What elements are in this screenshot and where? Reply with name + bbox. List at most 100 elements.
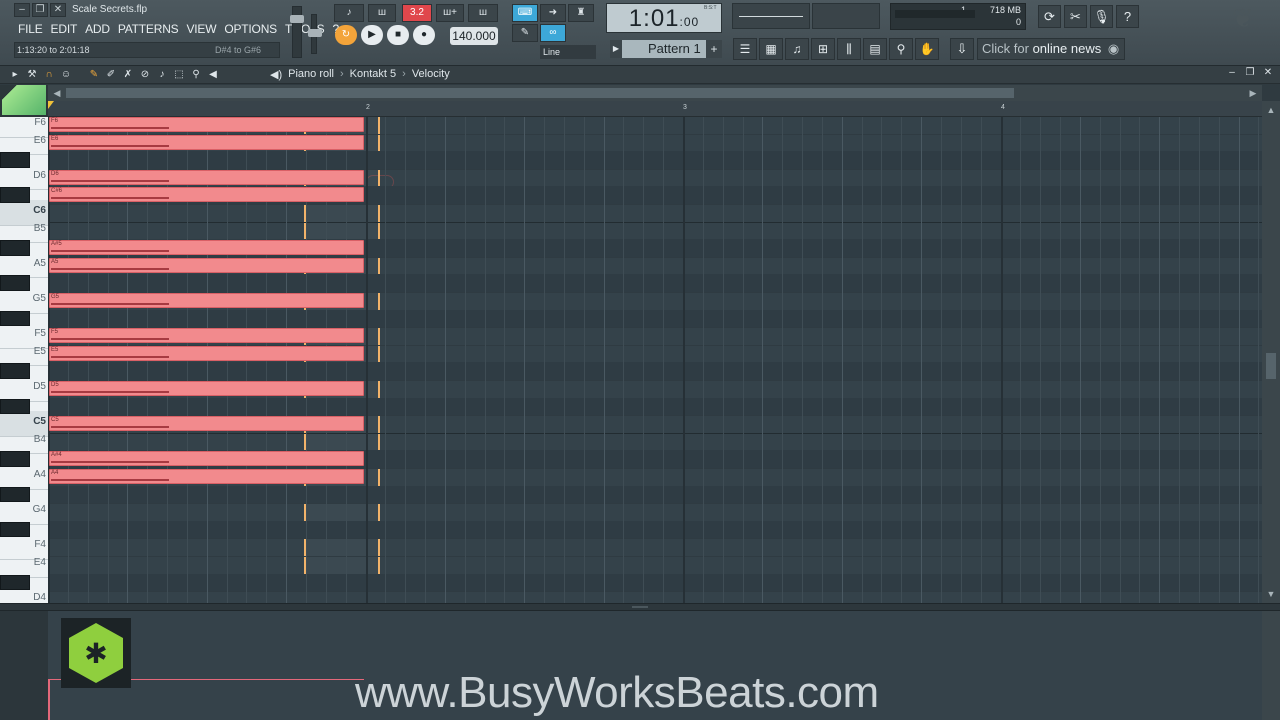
microphone-icon[interactable]: 🎙 — [1090, 5, 1113, 28]
note-a5[interactable]: A5 — [49, 257, 364, 273]
wait-icon[interactable]: ш — [368, 4, 396, 22]
metronome-icon[interactable]: ♪ — [334, 4, 364, 22]
menu-patterns[interactable]: PATTERNS — [114, 21, 183, 37]
scroll-right-arrow-icon[interactable]: ▶ — [1246, 86, 1260, 100]
cut-icon[interactable]: ✂ — [1064, 5, 1087, 28]
black-key-as4[interactable] — [0, 451, 30, 467]
menu-file[interactable]: FILE — [14, 21, 47, 37]
note-f5[interactable]: F5 — [49, 328, 364, 344]
delete-tool-icon[interactable]: ✗ — [121, 67, 135, 82]
pr-maximize-button[interactable]: ❐ — [1244, 67, 1256, 78]
vertical-scroll-thumb[interactable] — [1266, 353, 1276, 379]
playback-tool-icon[interactable]: ◀ — [206, 67, 220, 82]
vertical-scrollbar[interactable]: ▲ ▼ — [1262, 101, 1280, 603]
black-key-cs6[interactable] — [0, 187, 30, 203]
project-browser-icon[interactable]: ✋ — [915, 38, 939, 60]
black-key-ds5[interactable] — [0, 363, 30, 379]
zoom-tool-icon[interactable]: ⚲ — [189, 67, 203, 82]
breadcrumb-instrument[interactable]: Kontakt 5 — [350, 68, 396, 81]
pattern-song-toggle[interactable]: ↻ — [335, 25, 357, 45]
select-tool-icon[interactable]: ⬚ — [172, 67, 186, 82]
mixer-icon[interactable]: ⫼ — [837, 38, 861, 60]
black-key-gs5[interactable] — [0, 275, 30, 291]
help-icon[interactable]: ? — [1116, 5, 1139, 28]
pencil-icon[interactable]: ✎ — [512, 24, 538, 42]
scroll-left-arrow-icon[interactable]: ◀ — [50, 86, 64, 100]
pattern-selector[interactable]: Pattern 1 — [622, 40, 706, 58]
step-sequencer-icon[interactable]: ▦ — [759, 38, 783, 60]
snap-mode-select[interactable]: Line — [540, 45, 596, 59]
black-key-fs4[interactable] — [0, 521, 30, 538]
magnet-icon[interactable]: ∩ — [42, 67, 56, 82]
options-arrow-icon[interactable]: ▸ — [8, 67, 22, 82]
pane-divider[interactable] — [0, 603, 1280, 611]
note-grid[interactable]: ⇔ ✎ F6E6D6C#6A#5A5G5F5E5D5C5A#4A4 — [48, 117, 1262, 603]
refresh-icon[interactable]: ⟳ — [1038, 5, 1061, 28]
typing-keyboard-icon[interactable]: ⌨ — [512, 4, 538, 22]
time-ruler[interactable]: 2 3 4 — [48, 101, 1262, 117]
add-pattern-button[interactable]: + — [706, 40, 722, 58]
mute-tool-icon[interactable]: ⊘ — [138, 67, 152, 82]
note-e5[interactable]: E5 — [49, 345, 364, 361]
arrow-right-icon[interactable]: ➜ — [540, 4, 566, 22]
link-icon[interactable]: ∞ — [540, 24, 566, 42]
menu-options[interactable]: OPTIONS — [220, 21, 281, 37]
note-f6[interactable]: F6 — [49, 117, 364, 132]
record-button[interactable]: ● — [413, 25, 435, 45]
paint-brush-icon[interactable]: ✐ — [104, 67, 118, 82]
note-a4[interactable]: A4 — [49, 469, 364, 484]
tempo-display[interactable]: 140.000 — [450, 27, 498, 45]
horizontal-scroll-thumb[interactable] — [66, 88, 1014, 98]
note-d6[interactable]: D6 — [49, 169, 364, 185]
stop-button[interactable]: ■ — [387, 25, 409, 45]
step-edit-icon[interactable]: ш+ — [436, 4, 464, 22]
online-news-panel[interactable]: Click for online news ◉ — [977, 38, 1125, 60]
play-button[interactable]: ▶ — [361, 25, 383, 45]
piano-roll-icon[interactable]: ♫ — [785, 38, 809, 60]
slice-tool-icon[interactable]: ♪ — [155, 67, 169, 82]
note-cs6[interactable]: C#6 — [49, 187, 364, 203]
black-key-cs5[interactable] — [0, 398, 30, 415]
hat-icon[interactable]: ♜ — [568, 4, 594, 22]
black-key-as5[interactable] — [0, 240, 30, 256]
download-icon[interactable]: ⇩ — [950, 38, 974, 60]
smile-icon[interactable]: ☺ — [59, 67, 73, 82]
note-c5[interactable]: C5 — [49, 416, 364, 432]
close-button[interactable]: ✕ — [50, 3, 66, 17]
black-key-ds6[interactable] — [0, 152, 30, 168]
master-volume-slider[interactable] — [290, 6, 304, 58]
black-key-ds4[interactable] — [0, 574, 30, 591]
menu-edit[interactable]: EDIT — [47, 21, 82, 37]
plugin-database-icon[interactable]: ▤ — [863, 38, 887, 60]
black-key-fs5[interactable] — [0, 310, 30, 327]
note-as5[interactable]: A#5 — [49, 240, 364, 256]
plugin-picker-icon[interactable]: ⚲ — [889, 38, 913, 60]
piano-keyboard[interactable]: F6 E6 D6 C6 B5 A5 G5 F5 E5 D5 C5 B4 A4 G4 F4 E4 D4 — [0, 117, 48, 603]
zoom-corner[interactable] — [0, 85, 48, 117]
loop-record-icon[interactable]: ш — [468, 4, 498, 22]
note-d5[interactable]: D5 — [49, 381, 364, 396]
browser-icon[interactable]: ⊞ — [811, 38, 835, 60]
note-as4[interactable]: A#4 — [49, 451, 364, 467]
note-g5[interactable]: G5 — [49, 293, 364, 308]
scroll-down-arrow-icon[interactable]: ▼ — [1264, 587, 1278, 601]
wrench-icon[interactable]: ⚒ — [25, 67, 39, 82]
note-e6[interactable]: E6 — [49, 134, 364, 150]
scroll-up-arrow-icon[interactable]: ▲ — [1264, 103, 1278, 117]
speaker-icon[interactable]: ◀) — [270, 68, 282, 81]
countdown-icon[interactable]: 3.2 — [402, 4, 432, 22]
velocity-stem[interactable] — [48, 679, 50, 720]
menu-view[interactable]: VIEW — [182, 21, 220, 37]
playhead-marker[interactable] — [48, 101, 54, 109]
horizontal-scrollbar[interactable]: ◀ ▶ — [48, 85, 1262, 101]
breadcrumb-target[interactable]: Velocity — [412, 68, 450, 81]
velocity-scrollbar[interactable] — [1262, 611, 1280, 720]
pattern-prev-arrow[interactable]: ▶ — [610, 40, 622, 58]
black-key-gs4[interactable] — [0, 486, 30, 503]
menu-add[interactable]: ADD — [81, 21, 114, 37]
master-pitch-slider[interactable] — [308, 14, 322, 54]
restore-button[interactable]: ❐ — [32, 3, 48, 17]
pr-minimize-button[interactable]: – — [1226, 67, 1238, 78]
minimize-button[interactable]: – — [14, 3, 30, 17]
playlist-icon[interactable]: ☰ — [733, 38, 757, 60]
